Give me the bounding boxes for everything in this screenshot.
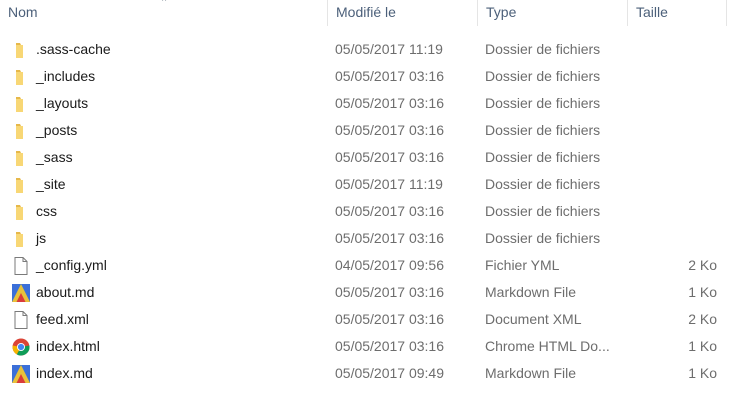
file-type: Markdown File <box>485 365 577 381</box>
folder-icon <box>11 229 31 249</box>
folder-icon <box>11 148 31 168</box>
file-type: Dossier de fichiers <box>485 68 601 84</box>
file-row[interactable]: _posts 05/05/2017 03:16 Dossier de fichier… <box>0 117 730 144</box>
file-row[interactable]: index.md 05/05/2017 09:49 Markdown File 1 K… <box>0 360 730 387</box>
file-row[interactable]: _includes 05/05/2017 03:16 Dossier de fich… <box>0 63 730 90</box>
file-name: feed.xml <box>36 311 89 327</box>
markdown-file-icon <box>11 364 31 384</box>
file-row[interactable]: _layouts 05/05/2017 03:16 Dossier de fichi… <box>0 90 730 117</box>
file-type: Fichier YML <box>485 257 560 273</box>
document-icon <box>11 310 31 330</box>
column-header-type[interactable]: Type <box>477 0 627 26</box>
file-modified-date: 05/05/2017 03:16 <box>335 122 444 138</box>
file-explorer: Nom ^ Modifié le Type Taille .sass-cache… <box>0 0 730 401</box>
file-modified-date: 05/05/2017 03:16 <box>335 338 444 354</box>
file-modified-date: 04/05/2017 09:56 <box>335 257 444 273</box>
folder-icon <box>11 175 31 195</box>
folder-icon <box>11 40 31 60</box>
file-type: Dossier de fichiers <box>485 203 601 219</box>
file-type: Dossier de fichiers <box>485 176 601 192</box>
file-size: 1 Ko <box>688 284 717 300</box>
file-modified-date: 05/05/2017 03:16 <box>335 284 444 300</box>
column-header-bar: Nom ^ Modifié le Type Taille <box>0 0 730 26</box>
file-name: index.md <box>36 365 93 381</box>
folder-icon <box>11 67 31 87</box>
file-modified-date: 05/05/2017 11:19 <box>335 41 443 57</box>
sort-up-icon: ^ <box>162 0 167 6</box>
file-modified-date: 05/05/2017 03:16 <box>335 68 444 84</box>
file-type: Dossier de fichiers <box>485 122 601 138</box>
file-row[interactable]: _sass 05/05/2017 03:16 Dossier de fichiers <box>0 144 730 171</box>
file-row[interactable]: about.md 05/05/2017 03:16 Markdown File 1 K… <box>0 279 730 306</box>
file-modified-date: 05/05/2017 09:49 <box>335 365 444 381</box>
file-row[interactable]: css 05/05/2017 03:16 Dossier de fichiers <box>0 198 730 225</box>
file-size: 1 Ko <box>688 338 717 354</box>
file-type: Chrome HTML Do... <box>485 338 610 354</box>
document-icon <box>11 256 31 276</box>
file-modified-date: 05/05/2017 03:16 <box>335 230 444 246</box>
file-name: _includes <box>36 68 96 84</box>
file-list: .sass-cache 05/05/2017 11:19 Dossier de fi… <box>0 36 730 387</box>
file-modified-date: 05/05/2017 03:16 <box>335 203 444 219</box>
file-type: Dossier de fichiers <box>485 230 601 246</box>
chrome-icon <box>11 337 31 357</box>
file-name: js <box>36 230 47 246</box>
file-type: Dossier de fichiers <box>485 95 601 111</box>
file-row[interactable]: js 05/05/2017 03:16 Dossier de fichiers <box>0 225 730 252</box>
file-name: about.md <box>36 284 95 300</box>
file-name: css <box>36 203 57 219</box>
column-header-modified[interactable]: Modifié le <box>327 0 477 26</box>
file-size: 1 Ko <box>688 365 717 381</box>
file-name: _site <box>36 176 66 192</box>
file-name: index.html <box>36 338 100 354</box>
file-name: _posts <box>36 122 78 138</box>
markdown-file-icon <box>11 283 31 303</box>
file-name: _config.yml <box>36 257 107 273</box>
file-name: .sass-cache <box>36 41 111 57</box>
file-modified-date: 05/05/2017 03:16 <box>335 149 444 165</box>
folder-icon <box>11 94 31 114</box>
file-modified-date: 05/05/2017 03:16 <box>335 95 444 111</box>
file-row[interactable]: feed.xml 05/05/2017 03:16 Document XML 2 Ko <box>0 306 730 333</box>
file-row[interactable]: _site 05/05/2017 11:19 Dossier de fichiers <box>0 171 730 198</box>
column-header-size[interactable]: Taille <box>627 0 727 26</box>
folder-icon <box>11 121 31 141</box>
file-type: Dossier de fichiers <box>485 149 601 165</box>
file-type: Dossier de fichiers <box>485 41 601 57</box>
file-row[interactable]: _config.yml 04/05/2017 09:56 Fichier YML 2 … <box>0 252 730 279</box>
file-name: _layouts <box>36 95 89 111</box>
file-row[interactable]: index.html 05/05/2017 03:16 Chrome HTML Do… <box>0 333 730 360</box>
folder-icon <box>11 202 31 222</box>
file-modified-date: 05/05/2017 11:19 <box>335 176 443 192</box>
file-name: _sass <box>36 149 73 165</box>
file-row[interactable]: .sass-cache 05/05/2017 11:19 Dossier de fi… <box>0 36 730 63</box>
file-type: Markdown File <box>485 284 577 300</box>
file-type: Document XML <box>485 311 582 327</box>
file-size: 2 Ko <box>688 311 717 327</box>
file-size: 2 Ko <box>688 257 717 273</box>
file-modified-date: 05/05/2017 03:16 <box>335 311 444 327</box>
